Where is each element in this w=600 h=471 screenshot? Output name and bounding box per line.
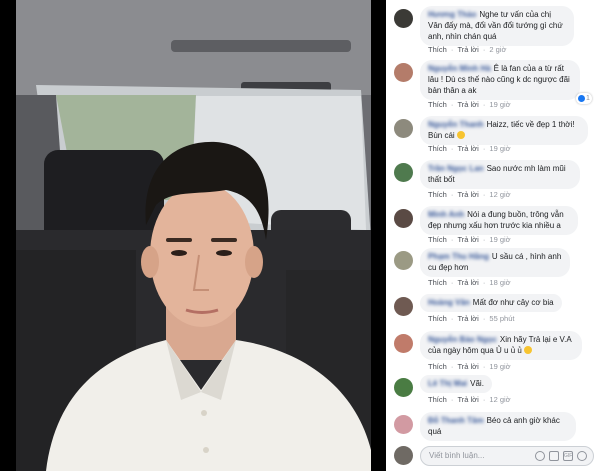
comment-bubble: Nguyễn Minh Hà Ê là fan của a từ rất lâu …	[420, 60, 580, 100]
comment-actions: Thích · Trả lời · 2 giờ	[428, 45, 507, 54]
comment-time[interactable]: 12 giờ	[489, 395, 510, 404]
comment-time[interactable]: 18 giờ	[489, 278, 510, 287]
reply-link[interactable]: Trả lời	[457, 144, 478, 153]
commenter-name[interactable]: Nguyễn Minh Hà	[428, 64, 491, 73]
comment-item: Nguyễn Minh Hà Ê là fan của a từ rất lâu …	[394, 60, 594, 110]
commenter-name[interactable]: Trần Ngọc Lan	[428, 164, 484, 173]
gif-icon[interactable]: GIF	[563, 451, 573, 461]
comment-actions: Thích · Trả lời · 19 giờ	[428, 235, 511, 244]
comment-actions: Thích · Trả lời · 19 giờ	[428, 100, 511, 109]
comment-actions: Thích · Trả lời · 19 giờ	[428, 362, 511, 371]
comment-item: Trần Ngọc Lan Sao nước mh làm mũi thất bố…	[394, 160, 594, 199]
like-link[interactable]: Thích	[428, 100, 447, 109]
avatar[interactable]	[394, 251, 413, 270]
comment-bubble: Phạm Thu Hằng U sầu cá , hình anh cu đẹp …	[420, 248, 570, 277]
like-link[interactable]: Thích	[428, 190, 447, 199]
reply-link[interactable]: Trả lời	[457, 100, 478, 109]
avatar[interactable]	[394, 334, 413, 353]
comment-actions: Thích · Trả lời · 19 giờ	[428, 144, 511, 153]
comment-composer: Viết bình luận... GIF	[394, 446, 594, 466]
like-link[interactable]: Thích	[428, 314, 447, 323]
comment-item: Phạm Thu Hằng U sầu cá , hình anh cu đẹp …	[394, 248, 594, 290]
avatar[interactable]	[394, 63, 413, 82]
commenter-name[interactable]: Nguyễn Bảo Ngọc	[428, 335, 497, 344]
emoji-icon	[456, 131, 465, 139]
comment-actions: Thích · Trả lời · 55 phút	[428, 314, 515, 323]
reply-link[interactable]: Trả lời	[457, 314, 478, 323]
like-link[interactable]: Thích	[428, 395, 447, 404]
avatar[interactable]	[394, 9, 413, 28]
comment-bubble: Trần Ngọc Lan Sao nước mh làm mũi thất bố…	[420, 160, 580, 189]
comment-bubble: Hoàng Văn Mất đơ như cây cơ bia	[420, 294, 562, 312]
reply-link[interactable]: Trả lời	[457, 278, 478, 287]
comment-time[interactable]: 19 giờ	[489, 144, 510, 153]
commenter-name[interactable]: Hương Thảo	[428, 10, 476, 19]
comment-input[interactable]: Viết bình luận... GIF	[420, 446, 594, 466]
like-link[interactable]: Thích	[428, 45, 447, 54]
comment-item: Đỗ Thanh Tâm Béo cả anh giờ khác quá	[394, 412, 594, 441]
composer-icons: GIF	[535, 451, 587, 461]
like-reaction-icon	[578, 95, 586, 102]
comment-item: Hương Thảo Nghe tư vấn của chị Vân đấy mà…	[394, 6, 594, 56]
comment-bubble: Đỗ Thanh Tâm Béo cả anh giờ khác quá	[420, 412, 576, 441]
reply-link[interactable]: Trả lời	[457, 190, 478, 199]
commenter-name[interactable]: Minh Anh	[428, 210, 464, 219]
comment-bubble: Minh Anh Nói a đung buồn, trông vẫn đẹp n…	[420, 206, 578, 235]
selfie-image	[16, 0, 371, 471]
comment-actions: Thích · Trả lời · 12 giờ	[428, 190, 511, 199]
comment-time[interactable]: 19 giờ	[489, 362, 510, 371]
camera-icon[interactable]	[549, 451, 559, 461]
comment-bubble: Hương Thảo Nghe tư vấn của chị Vân đấy mà…	[420, 6, 574, 46]
comment-bubble: Nguyễn Thanh Haizz, tiếc về đẹp 1 thời! B…	[420, 116, 588, 145]
avatar[interactable]	[394, 297, 413, 316]
sticker-icon[interactable]	[577, 451, 587, 461]
comment-text: Vãi.	[470, 379, 484, 388]
comments-panel: Hương Thảo Nghe tư vấn của chị Vân đấy mà…	[386, 0, 600, 471]
avatar[interactable]	[394, 415, 413, 434]
comment-time[interactable]: 19 giờ	[489, 235, 510, 244]
comment-item: Hoàng Văn Mất đơ như cây cơ bia Thích · T…	[394, 294, 594, 326]
comment-time[interactable]: 19 giờ	[489, 100, 510, 109]
comment-text: Mất đơ như cây cơ bia	[472, 298, 554, 307]
commenter-name[interactable]: Lê Thị Mai	[428, 379, 467, 388]
comment-input-placeholder: Viết bình luận...	[429, 451, 485, 460]
avatar[interactable]	[394, 163, 413, 182]
comment-item: Nguyễn Thanh Haizz, tiếc về đẹp 1 thời! B…	[394, 116, 594, 154]
like-link[interactable]: Thích	[428, 278, 447, 287]
comment-time[interactable]: 55 phút	[489, 314, 514, 323]
avatar[interactable]	[394, 209, 413, 228]
post-photo-frame	[0, 0, 386, 471]
comment-time[interactable]: 2 giờ	[489, 45, 506, 54]
emoji-picker-icon[interactable]	[535, 451, 545, 461]
reply-link[interactable]: Trả lời	[457, 362, 478, 371]
comment-bubble: Nguyễn Bảo Ngọc Xin hãy Trả lại e V.A của…	[420, 331, 582, 360]
commenter-name[interactable]: Nguyễn Thanh	[428, 120, 484, 129]
commenter-name[interactable]: Đỗ Thanh Tâm	[428, 416, 484, 425]
reaction-summary[interactable]: 1	[576, 93, 592, 104]
reaction-count: 1	[586, 95, 590, 102]
comment-item: Minh Anh Nói a đung buồn, trông vẫn đẹp n…	[394, 206, 594, 246]
reply-link[interactable]: Trả lời	[457, 45, 478, 54]
avatar[interactable]	[394, 119, 413, 138]
emoji-icon	[524, 346, 533, 354]
like-link[interactable]: Thích	[428, 144, 447, 153]
comment-bubble: Lê Thị Mai Vãi.	[420, 375, 492, 393]
commenter-name[interactable]: Phạm Thu Hằng	[428, 252, 489, 261]
comment-actions: Thích · Trả lời · 18 giờ	[428, 278, 511, 287]
avatar[interactable]	[394, 378, 413, 397]
like-link[interactable]: Thích	[428, 235, 447, 244]
like-link[interactable]: Thích	[428, 362, 447, 371]
post-photo[interactable]	[16, 0, 371, 471]
reply-link[interactable]: Trả lời	[457, 235, 478, 244]
comment-item: Lê Thị Mai Vãi. Thích · Trả lời · 12 giờ	[394, 375, 594, 407]
commenter-name[interactable]: Hoàng Văn	[428, 298, 470, 307]
comment-time[interactable]: 12 giờ	[489, 190, 510, 199]
reply-link[interactable]: Trả lời	[457, 395, 478, 404]
comment-actions: Thích · Trả lời · 12 giờ	[428, 395, 511, 404]
current-user-avatar	[394, 446, 413, 465]
comment-item: Nguyễn Bảo Ngọc Xin hãy Trả lại e V.A của…	[394, 331, 594, 371]
